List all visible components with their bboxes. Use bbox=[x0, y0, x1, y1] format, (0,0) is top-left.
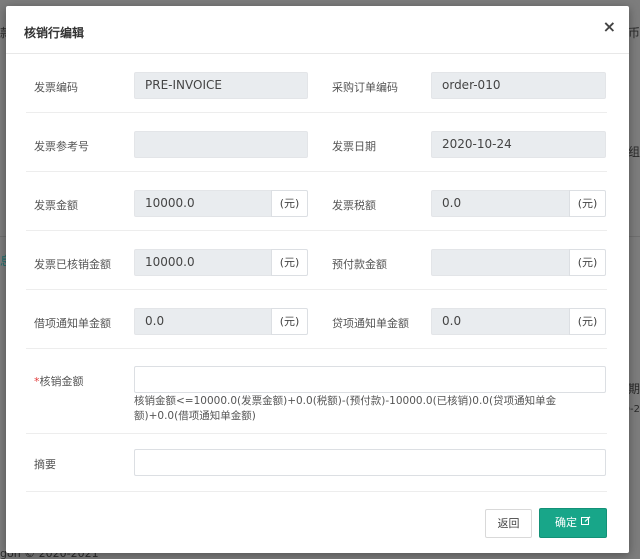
background-text: 币 bbox=[627, 26, 640, 40]
currency-unit-addon: (元) bbox=[569, 308, 606, 335]
confirm-button[interactable]: 确定 bbox=[539, 508, 607, 538]
debit-note-label: 借项通知单金额 bbox=[34, 317, 111, 330]
po-code-field: order-010 bbox=[431, 72, 606, 99]
credit-note-label: 贷项通知单金额 bbox=[332, 317, 409, 330]
form-row: 发票金额 10000.0 (元) 发票税额 0.0 (元) bbox=[26, 172, 607, 231]
edit-icon bbox=[581, 510, 591, 537]
writeoff-amount-hint: 核销金额<=10000.0(发票金额)+0.0(税额)-(预付款)-10000.… bbox=[134, 395, 557, 422]
credit-note-field: 0.0 bbox=[431, 308, 570, 335]
dialog-title: 核销行编辑 bbox=[24, 26, 85, 40]
invoice-written-off-label: 发票已核销金额 bbox=[34, 258, 111, 271]
writeoff-edit-dialog: 核销行编辑 × 发票编码 PRE-INVOICE 采购订单编码 order-01… bbox=[6, 6, 629, 553]
back-button[interactable]: 返回 bbox=[485, 509, 532, 538]
writeoff-amount-input[interactable] bbox=[134, 366, 606, 393]
dialog-header: 核销行编辑 × bbox=[6, 6, 629, 54]
confirm-button-label: 确定 bbox=[555, 516, 577, 529]
currency-unit-addon: (元) bbox=[271, 190, 308, 217]
summary-label: 摘要 bbox=[34, 458, 56, 471]
invoice-amount-field: 10000.0 bbox=[134, 190, 272, 217]
debit-note-field: 0.0 bbox=[134, 308, 272, 335]
form-row: 借项通知单金额 0.0 (元) 贷项通知单金额 0.0 (元) bbox=[26, 290, 607, 349]
form-row: 发票编码 PRE-INVOICE 采购订单编码 order-010 bbox=[26, 54, 607, 113]
prepayment-label: 预付款金额 bbox=[332, 258, 387, 271]
currency-unit-addon: (元) bbox=[271, 308, 308, 335]
form-row: 发票参考号 发票日期 2020-10-24 bbox=[26, 113, 607, 172]
invoice-ref-field bbox=[134, 131, 308, 158]
close-icon[interactable]: × bbox=[603, 19, 616, 35]
background-text: 期 bbox=[627, 382, 640, 396]
invoice-amount-label: 发票金额 bbox=[34, 199, 78, 212]
invoice-tax-field: 0.0 bbox=[431, 190, 570, 217]
invoice-written-off-field: 10000.0 bbox=[134, 249, 272, 276]
prepayment-field bbox=[431, 249, 570, 276]
background-text: 组 bbox=[627, 145, 640, 159]
currency-unit-addon: (元) bbox=[271, 249, 308, 276]
currency-unit-addon: (元) bbox=[569, 249, 606, 276]
po-code-label: 采购订单编码 bbox=[332, 81, 398, 94]
invoice-ref-label: 发票参考号 bbox=[34, 140, 89, 153]
writeoff-amount-label-text: 核销金额 bbox=[39, 375, 84, 388]
invoice-code-field: PRE-INVOICE bbox=[134, 72, 308, 99]
background-divider bbox=[629, 236, 640, 237]
form-row: 发票已核销金额 10000.0 (元) 预付款金额 (元) bbox=[26, 231, 607, 290]
currency-unit-addon: (元) bbox=[569, 190, 606, 217]
form-row: 摘要 bbox=[26, 434, 607, 492]
invoice-tax-label: 发票税额 bbox=[332, 199, 376, 212]
writeoff-amount-label: *核销金额 bbox=[34, 373, 84, 389]
invoice-code-label: 发票编码 bbox=[34, 81, 78, 94]
summary-input[interactable] bbox=[134, 449, 606, 476]
invoice-date-field: 2020-10-24 bbox=[431, 131, 606, 158]
invoice-date-label: 发票日期 bbox=[332, 140, 376, 153]
